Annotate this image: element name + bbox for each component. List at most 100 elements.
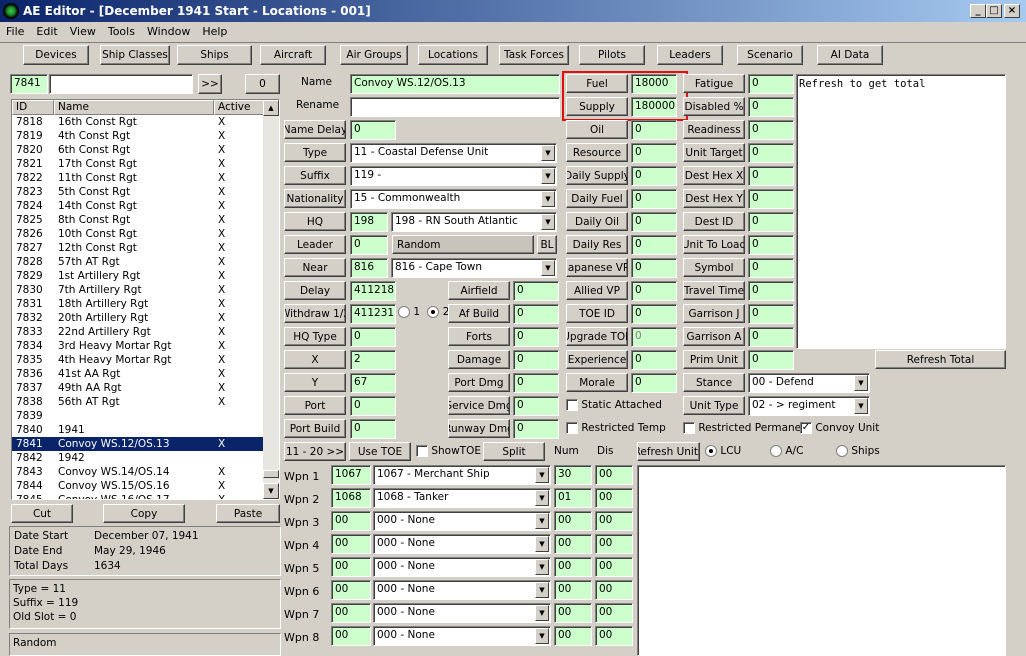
x-button[interactable]: X — [284, 350, 346, 369]
nav-ai-data[interactable]: AI Data — [817, 45, 883, 65]
list-item[interactable]: 7844 Convoy WS.15/OS.16 X — [12, 479, 279, 493]
port-build-field[interactable]: 0 — [350, 419, 396, 439]
list-item[interactable]: 7819 4th Const Rgt X — [12, 129, 279, 143]
oil-field[interactable]: 0 — [631, 120, 677, 140]
split-button[interactable]: Split — [483, 442, 545, 461]
airfield-button[interactable]: Airfield — [448, 281, 510, 300]
service-dmg-field[interactable]: 0 — [513, 396, 559, 416]
restricted-temp-checkbox[interactable] — [566, 422, 578, 434]
weapon-num-field[interactable]: 00 — [554, 580, 592, 600]
y-field[interactable]: 67 — [350, 373, 396, 393]
airfield-field[interactable]: 0 — [513, 281, 559, 301]
port-field[interactable]: 0 — [350, 396, 396, 416]
bl-button[interactable]: BL — [537, 235, 557, 254]
resource-button[interactable]: Resource — [566, 143, 628, 162]
x-field[interactable]: 2 — [350, 350, 396, 370]
upgrade-toe-button[interactable]: Upgrade TOE — [566, 327, 628, 346]
fatigue-button[interactable]: Fatigue — [683, 74, 745, 93]
list-item[interactable]: 7825 8th Const Rgt X — [12, 213, 279, 227]
dest-id-button[interactable]: Dest ID — [683, 212, 745, 231]
supply-button[interactable]: Supply — [566, 97, 628, 116]
prim-unit-button[interactable]: Prim Unit — [683, 350, 745, 369]
delay-button[interactable]: Delay — [284, 281, 346, 300]
suffix-select[interactable]: 119 - ▼ — [350, 166, 557, 186]
nav-ship-classes[interactable]: Ship Classes — [100, 45, 170, 65]
toe-id-field[interactable]: 0 — [631, 304, 677, 324]
nav-aircraft[interactable]: Aircraft — [260, 45, 326, 65]
oil-button[interactable]: Oil — [566, 120, 628, 139]
delay-field[interactable]: 411218 — [350, 281, 396, 301]
stance-button[interactable]: Stance — [683, 373, 745, 392]
daily-oil-field[interactable]: 0 — [631, 212, 677, 232]
list-item[interactable]: 7823 5th Const Rgt X — [12, 185, 279, 199]
copy-button[interactable]: Copy — [103, 504, 185, 523]
weapon-id-field[interactable]: 00 — [331, 626, 371, 646]
resource-field[interactable]: 0 — [631, 143, 677, 163]
morale-button[interactable]: Morale — [566, 373, 628, 392]
weapon-num-field[interactable]: 30 — [554, 465, 592, 485]
weapon-id-field[interactable]: 00 — [331, 534, 371, 554]
list-item[interactable]: 7839 — [12, 409, 279, 423]
list-item[interactable]: 7841 Convoy WS.12/OS.13 X — [12, 437, 279, 451]
weapon-num-field[interactable]: 00 — [554, 511, 592, 531]
dest-hex-y-field[interactable]: 0 — [748, 189, 794, 209]
list-item[interactable]: 7843 Convoy WS.14/OS.14 X — [12, 465, 279, 479]
scroll-down-icon[interactable]: ▼ — [263, 483, 279, 499]
near-select[interactable]: 816 - Cape Town ▼ — [391, 258, 557, 278]
daily-supply-field[interactable]: 0 — [631, 166, 677, 186]
static-attached-checkbox[interactable] — [566, 399, 578, 411]
chevron-down-icon[interactable]: ▼ — [535, 628, 549, 644]
chevron-down-icon[interactable]: ▼ — [541, 260, 555, 276]
weapon-select[interactable]: 000 - None ▼ — [373, 580, 551, 600]
name-field[interactable]: Convoy WS.12/OS.13 — [350, 74, 560, 94]
type-select[interactable]: 11 - Coastal Defense Unit ▼ — [350, 143, 557, 163]
japanese-vp-button[interactable]: Japanese VP — [566, 258, 628, 277]
weapon-select[interactable]: 000 - None ▼ — [373, 534, 551, 554]
weapon-dis-field[interactable]: 00 — [595, 465, 633, 485]
withdraw-field[interactable]: 411231 — [350, 304, 396, 324]
hq-button[interactable]: HQ — [284, 212, 346, 231]
chevron-down-icon[interactable]: ▼ — [535, 559, 549, 575]
travel-time-field[interactable]: 0 — [748, 281, 794, 301]
nationality-select[interactable]: 15 - Commonwealth ▼ — [350, 189, 557, 209]
restricted-permanent[interactable]: Restricted Permanent — [683, 422, 812, 434]
weapon-select[interactable]: 1068 - Tanker ▼ — [373, 488, 551, 508]
nav-leaders[interactable]: Leaders — [657, 45, 723, 65]
dest-hex-x-field[interactable]: 0 — [748, 166, 794, 186]
weapon-select[interactable]: 000 - None ▼ — [373, 603, 551, 623]
fatigue-field[interactable]: 0 — [748, 74, 794, 94]
chevron-down-icon[interactable]: ▼ — [535, 605, 549, 621]
leader-id-field[interactable]: 0 — [350, 235, 388, 255]
near-button[interactable]: Near — [284, 258, 346, 277]
daily-fuel-field[interactable]: 0 — [631, 189, 677, 209]
runway-dmg-button[interactable]: Runway Dmg — [448, 419, 510, 438]
menu-window[interactable]: Window — [141, 25, 196, 38]
convoy-unit-checkbox[interactable]: ✓ — [800, 422, 812, 434]
unit-type-button[interactable]: Unit Type — [683, 396, 745, 415]
list-item[interactable]: 7838 56th AT Rgt X — [12, 395, 279, 409]
minimize-button[interactable]: _ — [970, 4, 986, 18]
nationality-button[interactable]: Nationality — [284, 189, 346, 208]
restricted-permanent-checkbox[interactable] — [683, 422, 695, 434]
list-item[interactable]: 7835 4th Heavy Mortar Rgt X — [12, 353, 279, 367]
stance-select[interactable]: 00 - Defend ▼ — [748, 373, 870, 393]
garrison-j-button[interactable]: Garrison J — [683, 304, 745, 323]
weapon-num-field[interactable]: 01 — [554, 488, 592, 508]
list-item[interactable]: 7834 3rd Heavy Mortar Rgt X — [12, 339, 279, 353]
list-item[interactable]: 7829 1st Artillery Rgt X — [12, 269, 279, 283]
show-toe-checkbox[interactable] — [416, 445, 428, 457]
hq-type-field[interactable]: 0 — [350, 327, 396, 347]
leader-button[interactable]: Leader — [284, 235, 346, 254]
disabled-button[interactable]: Disabled % — [683, 97, 745, 116]
weapon-id-field[interactable]: 1068 — [331, 488, 371, 508]
travel-time-button[interactable]: Travel Time — [683, 281, 745, 300]
allied-vp-button[interactable]: Allied VP — [566, 281, 628, 300]
chevron-down-icon[interactable]: ▼ — [535, 513, 549, 529]
dest-id-field[interactable]: 0 — [748, 212, 794, 232]
col-name[interactable]: Name — [54, 100, 214, 115]
ships-radio[interactable] — [836, 445, 848, 457]
unit-to-load-field[interactable]: 0 — [748, 235, 794, 255]
refresh-units-button[interactable]: Refresh Units — [637, 442, 700, 461]
weapon-id-field[interactable]: 00 — [331, 603, 371, 623]
readiness-button[interactable]: Readiness — [683, 120, 745, 139]
